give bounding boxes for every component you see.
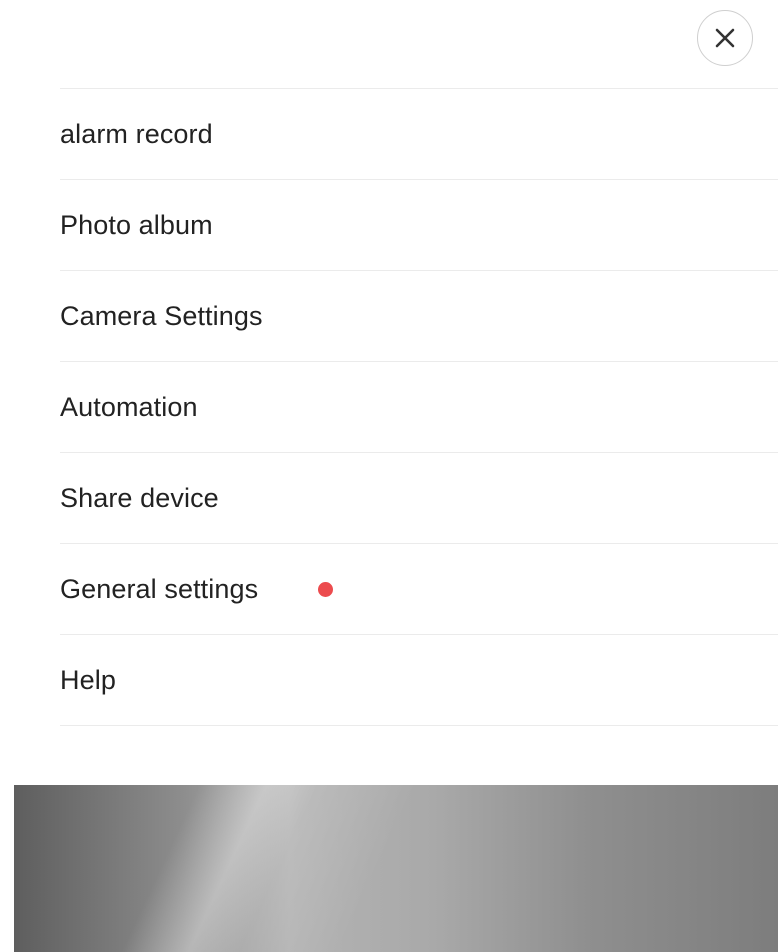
menu-item-help[interactable]: Help xyxy=(60,635,778,726)
menu-item-label: Help xyxy=(60,664,116,695)
menu-item-label: Photo album xyxy=(60,209,213,240)
close-button[interactable] xyxy=(697,10,753,66)
camera-preview-image xyxy=(14,785,778,952)
menu-item-general-settings[interactable]: General settings xyxy=(60,544,778,635)
menu-item-label: alarm record xyxy=(60,118,213,149)
close-icon xyxy=(715,28,735,48)
menu-item-label: Share device xyxy=(60,482,219,513)
device-menu-screen: alarm record Photo album Camera Settings… xyxy=(0,0,778,952)
menu-item-label: General settings xyxy=(60,573,259,604)
menu-item-alarm-record[interactable]: alarm record xyxy=(60,89,778,180)
menu-item-photo-album[interactable]: Photo album xyxy=(60,180,778,271)
menu-item-label: Automation xyxy=(60,391,198,422)
menu-item-automation[interactable]: Automation xyxy=(60,362,778,453)
menu-item-label: Camera Settings xyxy=(60,300,263,331)
device-menu: alarm record Photo album Camera Settings… xyxy=(60,88,778,726)
menu-item-camera-settings[interactable]: Camera Settings xyxy=(60,271,778,362)
menu-item-share-device[interactable]: Share device xyxy=(60,453,778,544)
notification-dot xyxy=(318,581,333,597)
